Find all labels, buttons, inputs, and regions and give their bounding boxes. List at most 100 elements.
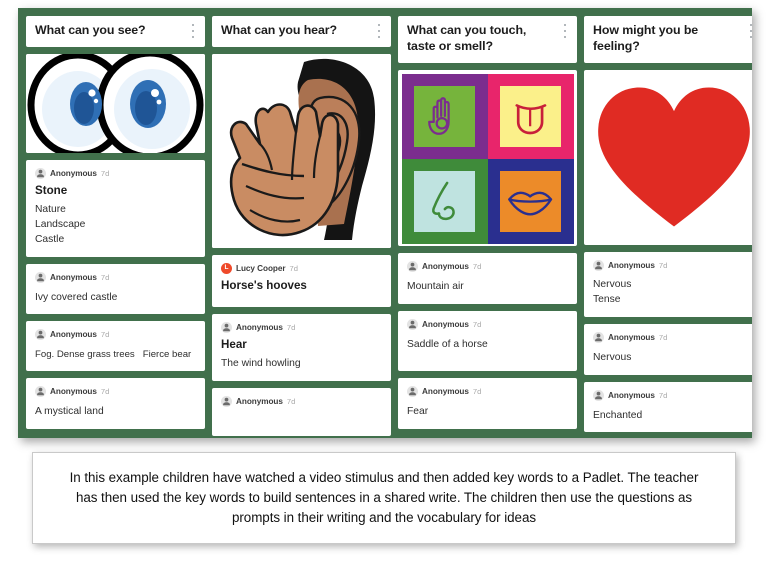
post-meta: Anonymous 7d bbox=[35, 386, 196, 398]
post-body: Ivy covered castle bbox=[35, 291, 196, 306]
post-body: Fear bbox=[407, 405, 568, 420]
post-card[interactable]: Anonymous 7d A mystical land bbox=[26, 378, 205, 430]
post-body: Mountain air bbox=[407, 280, 568, 295]
post-meta: Anonymous 7d bbox=[407, 385, 568, 397]
anonymous-avatar-icon bbox=[35, 167, 46, 179]
post-timestamp: 7d bbox=[100, 387, 110, 397]
anonymous-avatar-icon bbox=[407, 260, 418, 272]
post-author: Anonymous bbox=[422, 319, 469, 329]
post-body: Nervous Tense bbox=[593, 278, 752, 308]
post-title: Hear bbox=[221, 337, 247, 351]
kebab-menu-icon[interactable] bbox=[746, 24, 752, 38]
post-author: Anonymous bbox=[236, 322, 283, 332]
post-author: Anonymous bbox=[608, 332, 655, 342]
anonymous-avatar-icon bbox=[221, 395, 232, 407]
post-author: Anonymous bbox=[236, 396, 283, 406]
post-line: Nervous bbox=[593, 351, 632, 363]
nose-icon bbox=[432, 182, 456, 221]
anonymous-avatar-icon bbox=[593, 331, 604, 343]
board-column-hear: What can you hear? L Lucy Cooper 7d Hors… bbox=[212, 16, 391, 438]
post-card[interactable]: Anonymous 7d Fear bbox=[398, 377, 577, 429]
post-meta: Anonymous 7d bbox=[593, 331, 752, 343]
media-card-senses[interactable] bbox=[398, 69, 577, 246]
post-author: Anonymous bbox=[422, 386, 469, 396]
post-line: Saddle of a horse bbox=[407, 338, 488, 350]
column-title: What can you hear? bbox=[221, 23, 337, 37]
post-card[interactable]: Anonymous 7d Saddle of a horse bbox=[398, 310, 577, 371]
post-body: Fog. Dense grass trees Fierce bear bbox=[35, 348, 196, 362]
media-card-eyes[interactable] bbox=[26, 53, 205, 153]
post-card[interactable]: Anonymous 7d Mountain air bbox=[398, 252, 577, 304]
post-line: Fog. Dense grass trees Fierce bear bbox=[35, 349, 192, 361]
anonymous-avatar-icon bbox=[35, 329, 46, 341]
kebab-menu-icon[interactable] bbox=[560, 24, 570, 38]
caption-box: In this example children have watched a … bbox=[32, 452, 736, 544]
post-card[interactable]: Anonymous 7d Hear The wind howling bbox=[212, 313, 391, 381]
post-author: Anonymous bbox=[50, 168, 97, 178]
post-timestamp: 7d bbox=[658, 260, 668, 270]
post-timestamp: 7d bbox=[472, 319, 482, 329]
post-meta: Anonymous 7d bbox=[407, 318, 568, 330]
kebab-menu-icon[interactable] bbox=[188, 24, 198, 38]
anonymous-avatar-icon bbox=[593, 259, 604, 271]
post-body: The wind howling bbox=[221, 357, 382, 372]
column-title: What can you touch, taste or smell? bbox=[407, 23, 527, 53]
post-card[interactable]: L Lucy Cooper 7d Horse's hooves bbox=[212, 254, 391, 307]
media-card-ear[interactable] bbox=[212, 53, 391, 248]
post-card[interactable]: Anonymous 7d Nervous Tense bbox=[584, 251, 752, 317]
post-timestamp: 7d bbox=[286, 396, 296, 406]
post-meta: L Lucy Cooper 7d bbox=[221, 262, 382, 274]
post-author: Anonymous bbox=[50, 272, 97, 282]
column-header-hear[interactable]: What can you hear? bbox=[212, 16, 391, 47]
post-body bbox=[221, 411, 382, 427]
post-card[interactable]: Anonymous 7d Enchanted bbox=[584, 381, 752, 433]
post-timestamp: 7d bbox=[472, 386, 482, 396]
eyes-illustration bbox=[26, 53, 205, 153]
post-line: Nervous bbox=[593, 278, 632, 290]
post-author: Anonymous bbox=[50, 387, 97, 397]
post-timestamp: 7d bbox=[286, 322, 296, 332]
sense-tile-taste bbox=[487, 73, 574, 159]
post-meta: Anonymous 7d bbox=[35, 271, 196, 283]
post-author: Anonymous bbox=[608, 260, 655, 270]
post-body: Nervous bbox=[593, 351, 752, 366]
post-card[interactable]: Anonymous 7d Fog. Dense grass trees Fier… bbox=[26, 321, 205, 372]
column-header-see[interactable]: What can you see? bbox=[26, 16, 205, 47]
post-meta: Anonymous 7d bbox=[35, 167, 196, 179]
post-timestamp: 7d bbox=[100, 168, 110, 178]
media-card-heart[interactable] bbox=[584, 69, 752, 245]
anonymous-avatar-icon bbox=[593, 389, 604, 401]
post-line: Mountain air bbox=[407, 280, 464, 292]
post-card[interactable]: Anonymous 7d Nervous bbox=[584, 323, 752, 375]
sense-tile-lips bbox=[487, 158, 574, 244]
post-meta: Anonymous 7d bbox=[407, 260, 568, 272]
post-timestamp: 7d bbox=[100, 272, 110, 282]
post-timestamp: 7d bbox=[289, 263, 298, 273]
post-meta: Anonymous 7d bbox=[35, 329, 196, 341]
post-body: Nature Landscape Castle bbox=[35, 203, 196, 248]
board-column-touch-taste-smell: What can you touch, taste or smell? Anon… bbox=[398, 16, 577, 438]
anonymous-avatar-icon bbox=[35, 386, 46, 398]
column-header-touch-taste-smell[interactable]: What can you touch, taste or smell? bbox=[398, 16, 577, 63]
post-card[interactable]: Anonymous 7d Ivy covered castle bbox=[26, 263, 205, 315]
tongue-icon bbox=[515, 104, 547, 135]
column-header-feeling[interactable]: How might you be feeling? bbox=[584, 16, 752, 63]
post-card[interactable]: Anonymous 7d Stone Nature Landscape Cast… bbox=[26, 159, 205, 257]
anonymous-avatar-icon bbox=[407, 385, 418, 397]
post-line: Enchanted bbox=[593, 409, 643, 421]
post-author: Anonymous bbox=[422, 261, 469, 271]
anonymous-avatar-icon bbox=[407, 318, 418, 330]
post-title: Stone bbox=[35, 183, 68, 197]
sense-tile-smell bbox=[401, 158, 488, 244]
anonymous-avatar-icon bbox=[35, 271, 46, 283]
board-column-feeling: How might you be feeling? Anonymous 7d N… bbox=[584, 16, 752, 438]
anonymous-avatar-icon bbox=[221, 321, 232, 333]
post-body: A mystical land bbox=[35, 405, 196, 420]
post-body: Enchanted bbox=[593, 409, 752, 424]
post-body: Saddle of a horse bbox=[407, 338, 568, 353]
five-senses-grid bbox=[398, 69, 577, 246]
board-column-see: What can you see? Anonymous 7d Stone Nat… bbox=[26, 16, 205, 438]
kebab-menu-icon[interactable] bbox=[374, 24, 384, 38]
post-meta: Anonymous 7d bbox=[593, 389, 752, 401]
post-card[interactable]: Anonymous 7d bbox=[212, 387, 391, 436]
